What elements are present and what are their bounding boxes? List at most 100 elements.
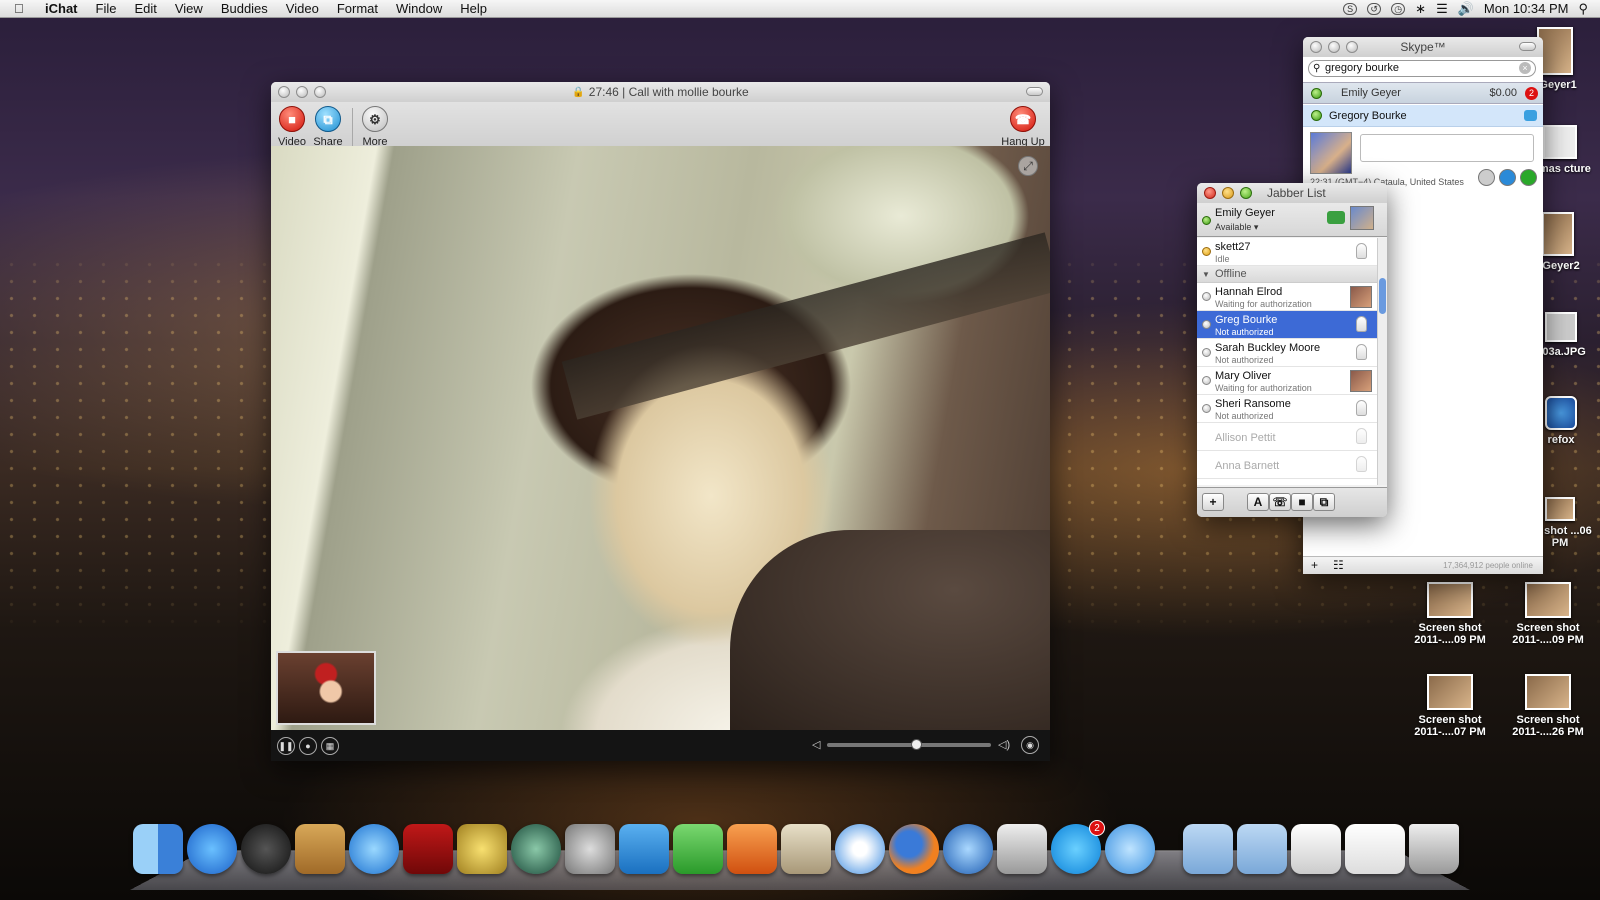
system-preferences-icon[interactable]	[565, 824, 615, 874]
desktop-icon[interactable]: Screen shot 2011-....07 PM	[1408, 674, 1492, 738]
notification-badge[interactable]: 2	[1525, 87, 1538, 100]
more-button[interactable]: ⚙ More	[355, 106, 395, 148]
zoom-button[interactable]	[1240, 187, 1252, 199]
menu-buddies[interactable]: Buddies	[212, 1, 277, 16]
list-item-selected[interactable]: Greg Bourke Not authorized	[1197, 311, 1377, 339]
powerpoint-icon[interactable]	[727, 824, 777, 874]
add-contact-button[interactable]: +	[1311, 558, 1318, 572]
documents-folder-icon[interactable]	[1237, 824, 1287, 874]
toolbar-toggle-button[interactable]	[1519, 42, 1536, 51]
mute-mic-icon[interactable]: ●	[299, 736, 317, 755]
volume-slider[interactable]	[827, 739, 991, 750]
list-item[interactable]: Sheri Ransome Not authorized	[1197, 395, 1377, 423]
close-button[interactable]	[278, 86, 290, 98]
preview-icon[interactable]	[781, 824, 831, 874]
imovie-icon[interactable]	[457, 824, 507, 874]
ichat-titlebar[interactable]: 🔒 27:46 | Call with mollie bourke	[271, 82, 1050, 102]
close-button[interactable]	[1204, 187, 1216, 199]
skype-titlebar[interactable]: Skype™	[1303, 37, 1543, 57]
bluetooth-icon[interactable]: ∗	[1415, 1, 1426, 17]
spotlight-icon[interactable]: ⚲	[1578, 1, 1588, 17]
skype-status-icon[interactable]: S	[1343, 2, 1358, 15]
local-video-preview[interactable]	[276, 651, 376, 725]
trash-icon[interactable]	[1409, 824, 1459, 874]
fullscreen-icon[interactable]: ⤢	[1018, 156, 1038, 176]
search-input[interactable]: ⚲ gregory bourke ×	[1308, 60, 1536, 77]
effects-grid-icon[interactable]: ▦	[321, 736, 339, 755]
status-dropdown[interactable]: Available ▾	[1215, 222, 1258, 233]
online-status-icon[interactable]	[1311, 88, 1322, 99]
hang-up-button[interactable]: ☎ Hang Up	[998, 106, 1048, 148]
buddy-list-scrollbar[interactable]	[1377, 238, 1387, 485]
clear-search-icon[interactable]: ×	[1519, 62, 1531, 74]
sync-icon[interactable]: ↺	[1367, 2, 1382, 15]
menu-clock[interactable]: Mon 10:34 PM	[1484, 1, 1569, 16]
app-store-icon[interactable]	[187, 824, 237, 874]
dialpad-button[interactable]: ☷	[1333, 558, 1344, 572]
time-machine-icon[interactable]	[511, 824, 561, 874]
toolbar-toggle-button[interactable]	[1026, 87, 1043, 96]
document-stack-icon[interactable]	[1291, 824, 1341, 874]
skype-my-account-bar[interactable]: Emily Geyer $0.00 2	[1303, 82, 1543, 104]
zoom-button[interactable]	[314, 86, 326, 98]
menu-video[interactable]: Video	[277, 1, 328, 16]
call-icon[interactable]	[1520, 169, 1537, 186]
share-button[interactable]: ⧉ Share	[308, 106, 348, 148]
menu-help[interactable]: Help	[451, 1, 496, 16]
screen-share-icon[interactable]: ⧉	[1313, 493, 1335, 511]
menu-window[interactable]: Window	[387, 1, 451, 16]
skype-icon[interactable]: 2	[1051, 820, 1105, 874]
audio-chat-icon[interactable]: ☏	[1269, 493, 1291, 511]
video-chat-icon[interactable]: ■	[1291, 493, 1313, 511]
minimize-button[interactable]	[1222, 187, 1234, 199]
word-icon[interactable]	[619, 824, 669, 874]
safari-icon[interactable]	[835, 824, 885, 874]
add-buddy-button[interactable]: +	[1202, 493, 1224, 511]
skype-credit-balance[interactable]: $0.00	[1489, 83, 1517, 103]
iphoto-icon[interactable]	[997, 824, 1047, 874]
video-camera-icon[interactable]	[1327, 211, 1345, 224]
desktop-icon[interactable]: Screen shot 2011-....09 PM	[1408, 582, 1492, 646]
ichat-icon[interactable]	[1105, 824, 1155, 874]
menu-file[interactable]: File	[87, 1, 126, 16]
list-item[interactable]: Mary Oliver Waiting for authorization	[1197, 367, 1377, 395]
address-book-icon[interactable]	[295, 824, 345, 874]
time-machine-icon[interactable]: ◷	[1391, 2, 1406, 15]
menu-view[interactable]: View	[166, 1, 212, 16]
excel-icon[interactable]	[673, 824, 723, 874]
list-item[interactable]: Hannah Elrod Waiting for authorization	[1197, 283, 1377, 311]
finder-icon[interactable]	[133, 824, 183, 874]
volume-slider-knob[interactable]	[911, 739, 922, 750]
apple-icon[interactable]: 	[14, 1, 36, 16]
list-item[interactable]: skett27 Idle	[1197, 238, 1377, 266]
list-item[interactable]: Allison Pettit	[1197, 423, 1377, 451]
wifi-icon[interactable]: ☰	[1436, 1, 1448, 17]
video-call-icon[interactable]	[1499, 169, 1516, 186]
text-chat-button[interactable]: A	[1247, 493, 1269, 511]
firefox-icon[interactable]	[889, 824, 939, 874]
contact-row-gregory-bourke[interactable]: Gregory Bourke	[1303, 105, 1543, 127]
pause-icon[interactable]: ❚❚	[277, 736, 295, 755]
minimize-button[interactable]	[296, 86, 308, 98]
downloads-stack-icon[interactable]	[1345, 824, 1405, 874]
applications-folder-icon[interactable]	[1183, 824, 1233, 874]
headphones-icon[interactable]: ◉	[1021, 736, 1039, 754]
my-buddy-picture[interactable]	[1350, 206, 1374, 230]
chat-icon[interactable]	[1524, 110, 1537, 121]
menu-format[interactable]: Format	[328, 1, 387, 16]
scrollbar-thumb[interactable]	[1379, 278, 1386, 314]
list-item[interactable]: Anna Barnett	[1197, 451, 1377, 479]
itunes-icon[interactable]	[349, 824, 399, 874]
jabber-titlebar[interactable]: Jabber List	[1197, 183, 1387, 203]
minimize-button[interactable]	[1328, 41, 1340, 53]
dashboard-icon[interactable]	[241, 824, 291, 874]
volume-icon[interactable]: 🔊	[1458, 1, 1474, 17]
desktop-icon[interactable]: Screen shot 2011-....09 PM	[1506, 582, 1590, 646]
quicktime-icon[interactable]	[943, 824, 993, 874]
menu-app-name[interactable]: iChat	[36, 1, 87, 16]
desktop-icon[interactable]: Screen shot 2011-....26 PM	[1506, 674, 1590, 738]
zoom-button[interactable]	[1346, 41, 1358, 53]
list-item[interactable]: Sarah Buckley Moore Not authorized	[1197, 339, 1377, 367]
video-button[interactable]: ■ Video	[272, 106, 312, 148]
gear-icon[interactable]	[1478, 169, 1495, 186]
